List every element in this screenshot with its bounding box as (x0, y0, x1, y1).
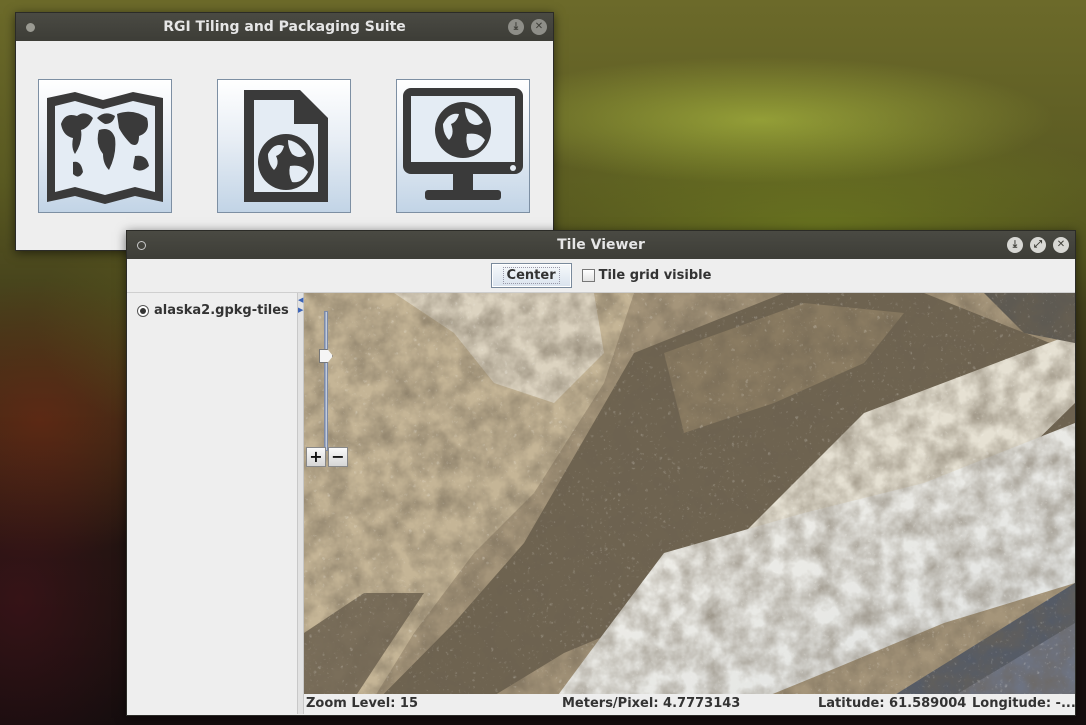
packaging-tool-button[interactable] (217, 79, 351, 213)
map-canvas[interactable]: + − (304, 293, 1075, 714)
zoom-slider[interactable] (319, 311, 333, 451)
collapse-arrows-icon[interactable]: ◀ ▶ (298, 295, 303, 315)
split-pane-divider[interactable]: ◀ ▶ (297, 293, 304, 714)
viewer-tool-button[interactable] (396, 79, 530, 213)
close-icon[interactable]: ✕ (1053, 237, 1069, 253)
globe-document-icon (244, 90, 328, 202)
globe-monitor-icon (403, 88, 523, 200)
center-button-label: Center (502, 267, 560, 284)
minimize-icon[interactable]: ⤓ (508, 19, 524, 35)
zoom-level-readout: Zoom Level: 15 (306, 696, 419, 711)
world-map-icon (47, 92, 163, 204)
tree-item-label: alaska2.gpkg-tiles (154, 303, 289, 318)
minimize-icon[interactable]: ⤓ (1007, 237, 1023, 253)
center-button[interactable]: Center (490, 263, 572, 288)
zoom-buttons: + − (306, 447, 348, 467)
suite-window-title: RGI Tiling and Packaging Suite (163, 19, 406, 35)
tile-grid-checkbox[interactable] (581, 269, 595, 282)
meters-per-pixel-readout: Meters/Pixel: 4.7773143 (562, 696, 741, 711)
suite-window: RGI Tiling and Packaging Suite ⤓ ✕ (15, 12, 554, 251)
viewer-titlebar[interactable]: Tile Viewer ⤓ ⤢ ✕ (127, 231, 1075, 259)
suite-titlebar[interactable]: RGI Tiling and Packaging Suite ⤓ ✕ (16, 13, 553, 41)
longitude-readout: Longitude: -... (972, 696, 1076, 711)
aerial-imagery (304, 293, 1075, 714)
viewer-window-title: Tile Viewer (557, 237, 645, 253)
close-icon[interactable]: ✕ (531, 19, 547, 35)
tile-viewer-window: Tile Viewer ⤓ ⤢ ✕ Center Tile grid visib… (126, 230, 1076, 716)
zoom-in-button[interactable]: + (306, 447, 326, 467)
tile-set-tree: alaska2.gpkg-tiles (127, 293, 297, 714)
tiling-tool-button[interactable] (38, 79, 172, 213)
maximize-icon[interactable]: ⤢ (1030, 237, 1046, 253)
tree-item-alaska2[interactable]: alaska2.gpkg-tiles (137, 303, 289, 318)
tile-grid-toggle[interactable]: Tile grid visible (581, 268, 712, 283)
window-menu-icon[interactable] (26, 23, 35, 32)
viewer-body: alaska2.gpkg-tiles ◀ ▶ + − Zoom Level: 1… (127, 293, 1076, 714)
suite-toolbar-area (16, 41, 553, 250)
map-status-bar: Zoom Level: 15 Meters/Pixel: 4.7773143 L… (304, 694, 1076, 714)
viewer-toolbar: Center Tile grid visible (127, 259, 1075, 293)
radio-selected-icon[interactable] (137, 304, 149, 317)
window-menu-icon[interactable] (137, 241, 146, 250)
zoom-slider-track[interactable] (324, 311, 328, 451)
tile-grid-label: Tile grid visible (598, 268, 712, 283)
zoom-out-button[interactable]: − (328, 447, 348, 467)
latitude-readout: Latitude: 61.589004 (818, 696, 967, 711)
